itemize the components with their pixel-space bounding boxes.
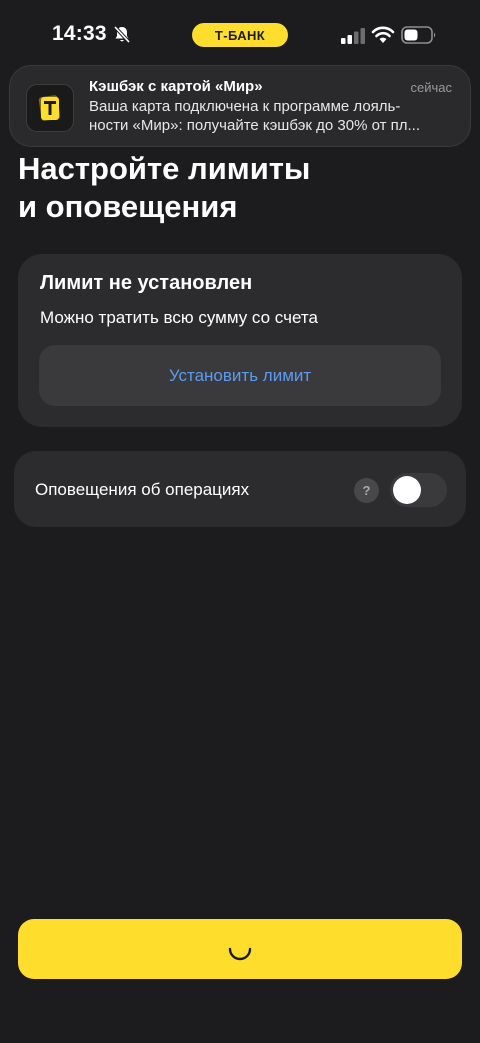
push-notification[interactable]: Кэшбэк с картой «Мир» сейчас Ваша карта … (9, 65, 471, 147)
limit-status-subtitle: Можно тратить всю сумму со счета (40, 308, 318, 327)
status-time: 14:33 (52, 22, 107, 45)
toggle-knob (393, 476, 421, 504)
notification-body-line-1: Ваша карта подключена к программе лояль- (89, 98, 401, 115)
battery-icon (401, 26, 436, 44)
limit-card: Лимит не установлен Можно тратить всю су… (18, 254, 462, 427)
bank-badge: Т-БАНК (192, 23, 288, 47)
notification-time: сейчас (410, 80, 453, 95)
operation-notifications-label: Оповещения об операциях (35, 480, 250, 499)
page-title-line-1: Настройте лимиты (18, 151, 311, 186)
app-screen: 14:33 Т-БАНК Кэшбэк с картой «Мир» сейча… (0, 0, 480, 1043)
notification-body-line-2: ности «Мир»: получайте кэшбэк до 30% от … (89, 117, 421, 134)
status-bar: 14:33 Т-БАНК (0, 0, 480, 70)
page-title-line-2: и оповещения (18, 189, 238, 224)
help-icon[interactable]: ? (354, 478, 379, 503)
signal-icon (341, 28, 365, 44)
wifi-icon (371, 26, 395, 43)
limit-status-title: Лимит не установлен (40, 272, 253, 294)
spinner-icon (228, 947, 252, 961)
operation-notifications-card: Оповещения об операциях ? (14, 451, 466, 527)
operation-notifications-toggle[interactable] (390, 473, 447, 507)
primary-action-button[interactable] (18, 919, 462, 979)
notification-body: Ваша карта подключена к программе лояль-… (89, 97, 459, 135)
set-limit-button[interactable]: Установить лимит (39, 345, 441, 406)
bell-slash-icon (113, 25, 131, 44)
tbank-card-icon (26, 84, 74, 132)
notification-title: Кэшбэк с картой «Мир» (89, 78, 263, 95)
page-title: Настройте лимиты и оповещения (18, 150, 458, 226)
